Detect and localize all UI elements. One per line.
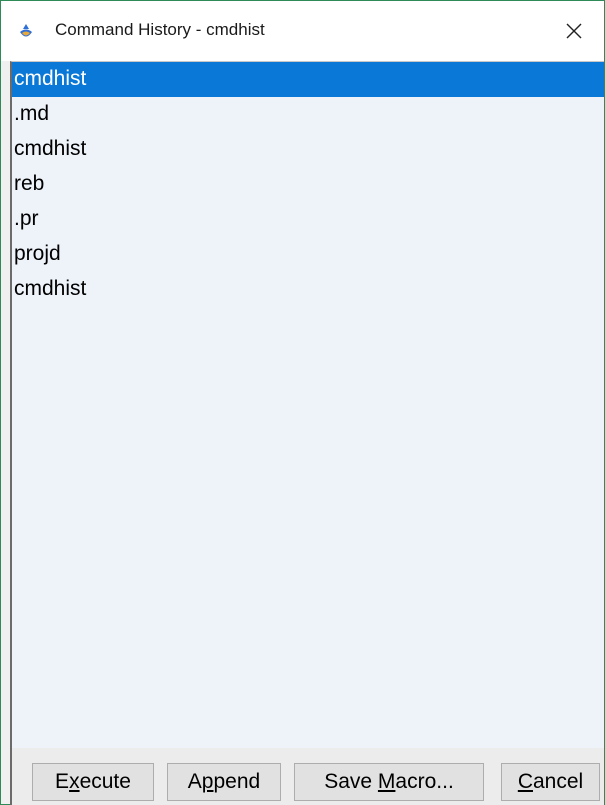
list-item[interactable]: cmdhist: [12, 132, 604, 167]
cancel-mnemonic: C: [517, 770, 533, 793]
title-bar[interactable]: Command History - cmdhist: [1, 1, 604, 61]
save-macro-button[interactable]: Save Macro...: [294, 763, 484, 801]
execute-label-post: ecute: [79, 770, 131, 793]
drop-app-icon: [20, 24, 32, 37]
append-mnemonic: p: [201, 770, 214, 793]
cancel-label-post: ancel: [532, 770, 584, 793]
close-icon: [566, 23, 582, 39]
button-bar: Ex ecute Ap pend Save Macro... Cancel: [10, 748, 604, 805]
save-macro-label-pre: Save: [324, 770, 378, 793]
append-label-post: pend: [213, 770, 261, 793]
list-item[interactable]: reb: [12, 167, 604, 202]
cancel-button[interactable]: Cancel: [501, 763, 600, 801]
execute-button[interactable]: Ex ecute: [32, 763, 154, 801]
save-macro-mnemonic: M: [377, 770, 396, 793]
window-title: Command History - cmdhist: [55, 20, 265, 39]
list-item[interactable]: cmdhist: [12, 272, 604, 307]
command-history-window: Command History - cmdhist cmdhist .md cm…: [0, 0, 605, 805]
list-item[interactable]: .md: [12, 97, 604, 132]
close-button[interactable]: [544, 1, 604, 61]
execute-mnemonic: x: [69, 770, 80, 793]
save-macro-label-post: acro...: [395, 770, 454, 793]
command-history-list[interactable]: cmdhist .md cmdhist reb .pr projd cmdhis…: [10, 61, 604, 748]
list-item[interactable]: projd: [12, 237, 604, 272]
list-item[interactable]: .pr: [12, 202, 604, 237]
append-button[interactable]: Ap pend: [167, 763, 281, 801]
append-label-pre: A: [187, 770, 202, 793]
list-item[interactable]: cmdhist: [12, 62, 604, 97]
execute-label-pre: E: [55, 770, 70, 793]
